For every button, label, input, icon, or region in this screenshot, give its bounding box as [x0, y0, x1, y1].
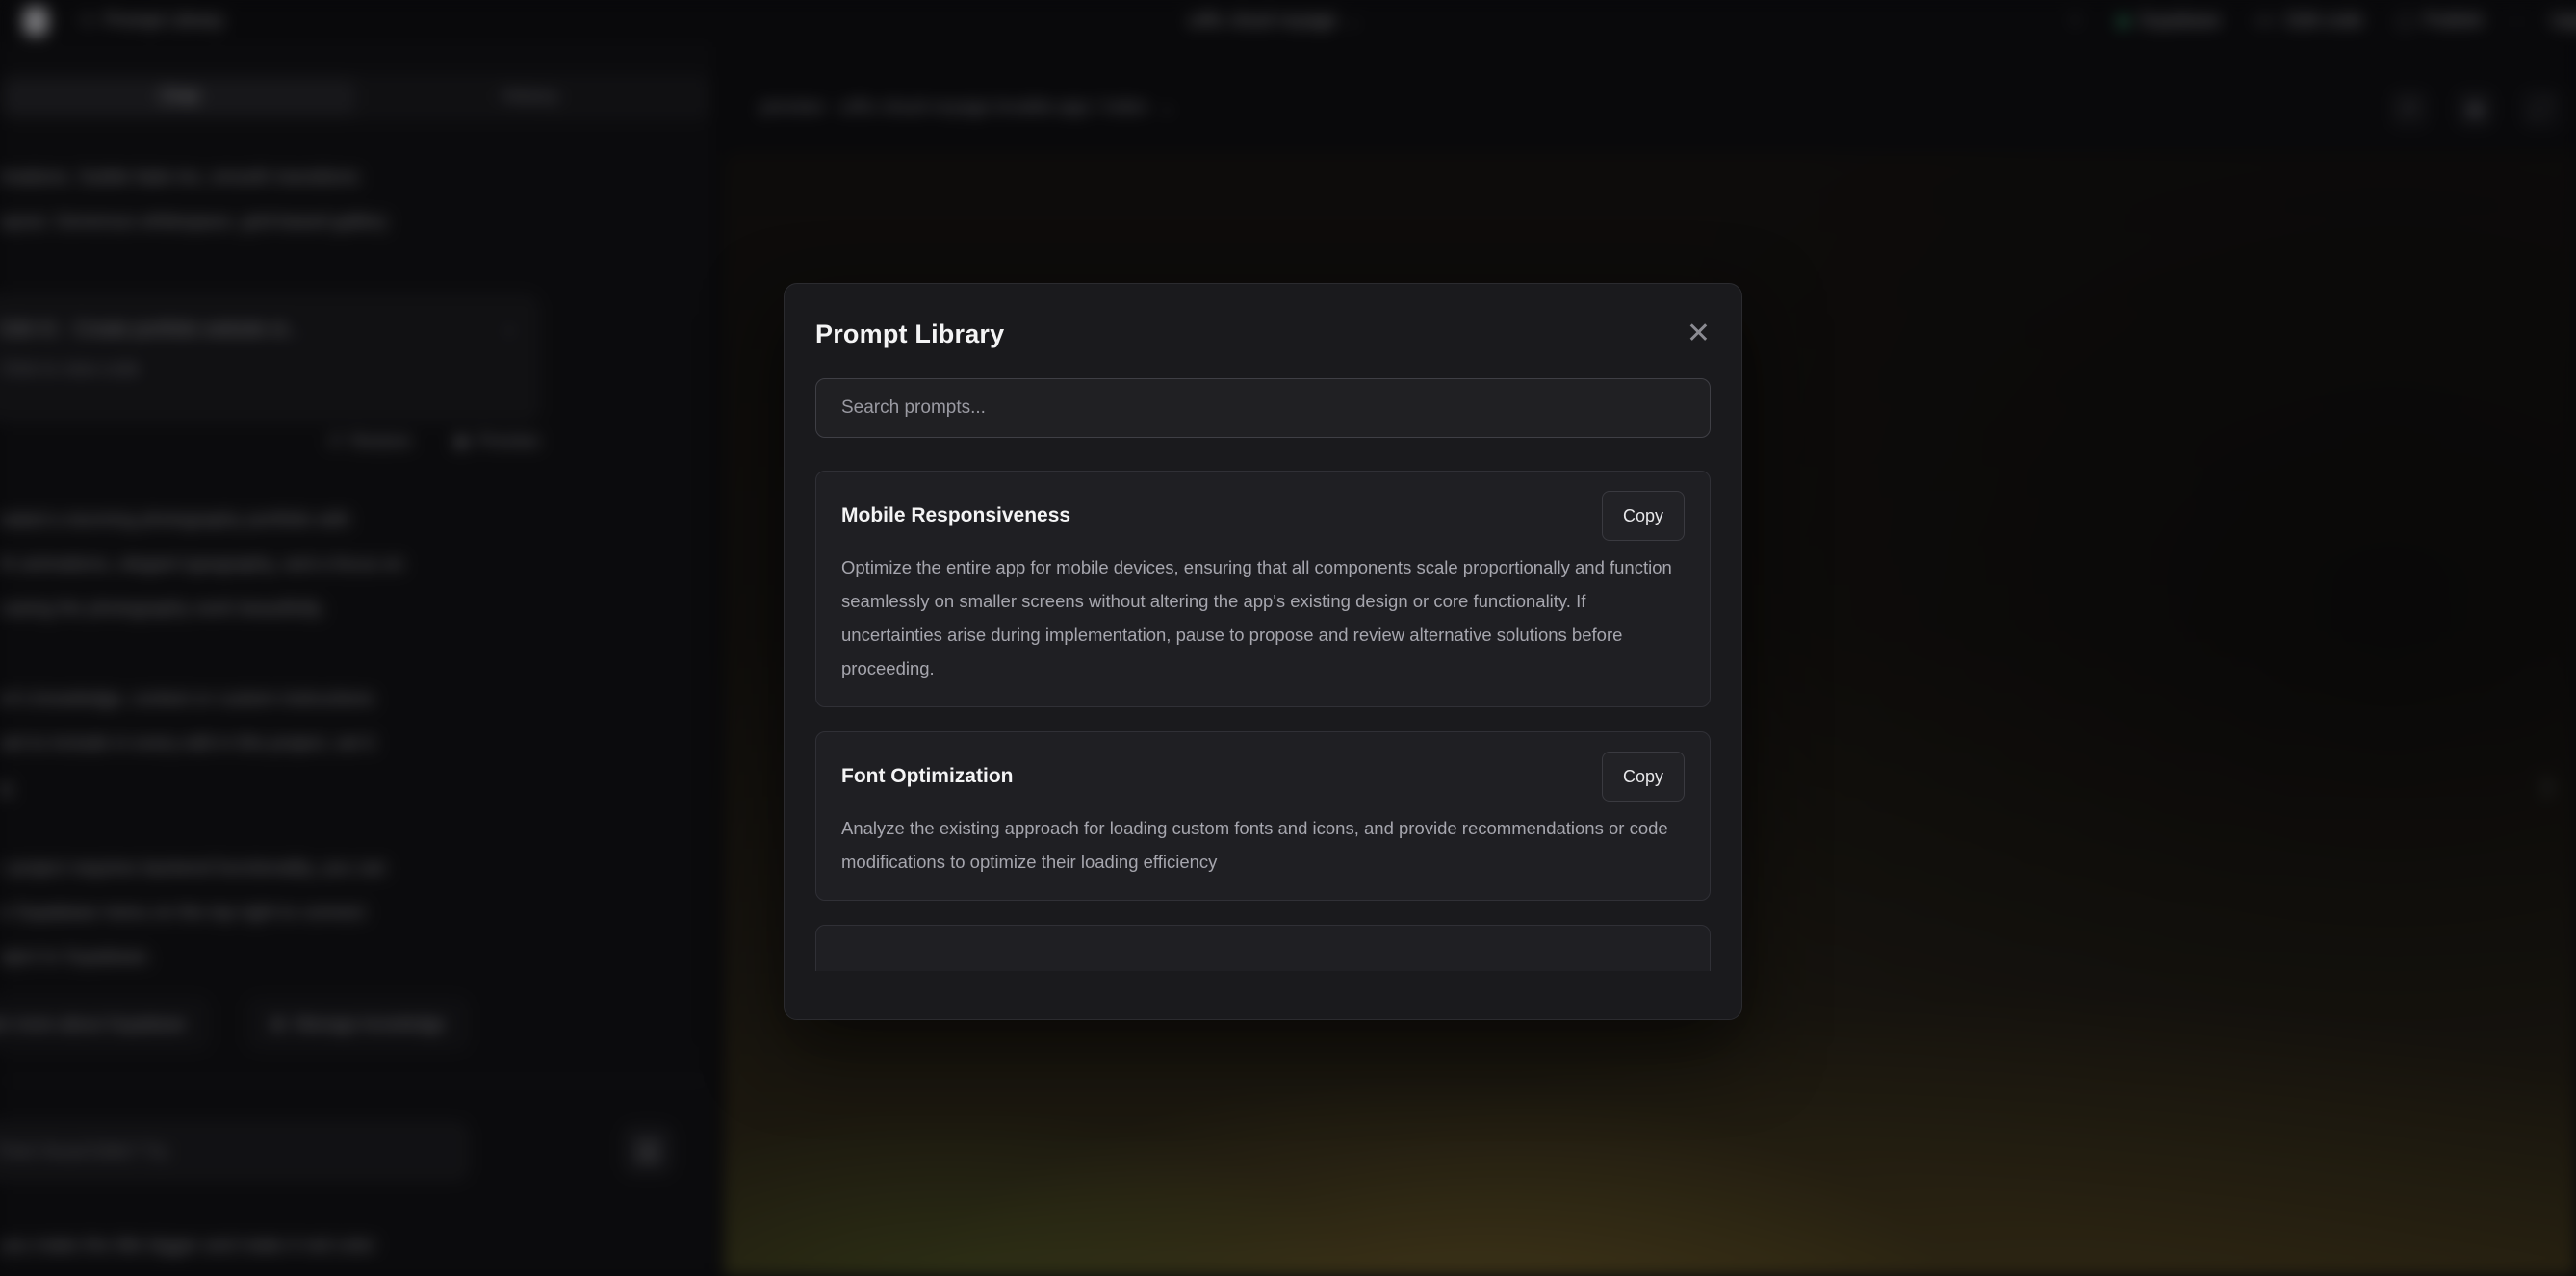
- search-input[interactable]: [815, 378, 1711, 438]
- screen: ☷ Prompt Library urftc cloud voyage ⌄ ☾ …: [0, 0, 2576, 1276]
- dialog-title: Prompt Library: [815, 319, 1004, 349]
- copy-button[interactable]: Copy: [1602, 491, 1685, 541]
- prompt-body: Optimize the entire app for mobile devic…: [841, 550, 1685, 685]
- prompt-library-dialog: Prompt Library ✕ Mobile Responsiveness C…: [784, 283, 1742, 1020]
- prompt-card-clipped: [815, 925, 1711, 971]
- prompt-title: Font Optimization: [841, 765, 1013, 788]
- copy-button[interactable]: Copy: [1602, 752, 1685, 802]
- prompt-body: Analyze the existing approach for loadin…: [841, 811, 1685, 879]
- dialog-header: Prompt Library ✕: [815, 313, 1711, 355]
- close-icon[interactable]: ✕: [1687, 319, 1711, 348]
- prompt-card-mobile-responsiveness: Mobile Responsiveness Copy Optimize the …: [815, 471, 1711, 707]
- prompt-list: Mobile Responsiveness Copy Optimize the …: [815, 471, 1711, 971]
- prompt-title: Mobile Responsiveness: [841, 504, 1070, 527]
- prompt-card-font-optimization: Font Optimization Copy Analyze the exist…: [815, 731, 1711, 901]
